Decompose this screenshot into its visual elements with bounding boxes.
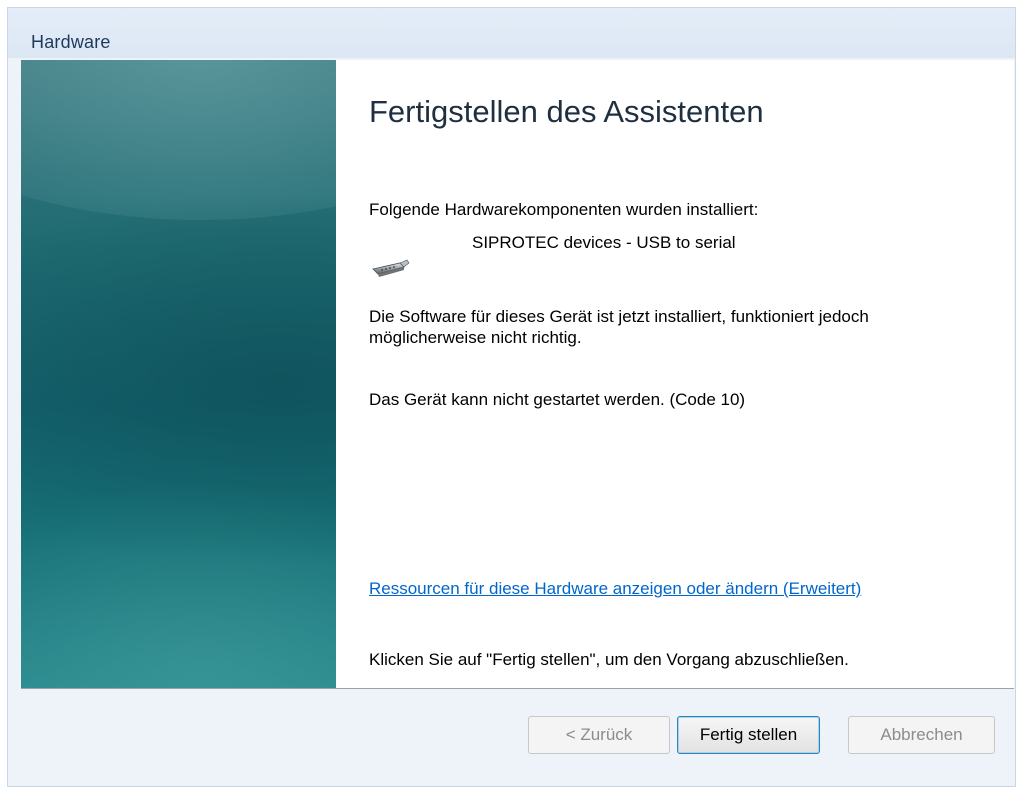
finish-button[interactable]: Fertig stellen bbox=[677, 716, 820, 754]
button-divider bbox=[21, 688, 1014, 689]
install-status-text: Die Software für dieses Gerät ist jetzt … bbox=[369, 307, 869, 347]
back-button[interactable]: < Zurück bbox=[528, 716, 670, 754]
cancel-button[interactable]: Abbrechen bbox=[848, 716, 995, 754]
wizard-main-panel: Fertigstellen des Assistenten Folgende H… bbox=[336, 60, 1014, 688]
title-bar[interactable]: Hardware bbox=[8, 8, 1015, 58]
wizard-content: Fertigstellen des Assistenten Folgende H… bbox=[21, 60, 1014, 688]
serial-connector-icon bbox=[372, 259, 410, 277]
finish-instruction-text: Klicken Sie auf "Fertig stellen", um den… bbox=[369, 650, 849, 669]
page-title: Fertigstellen des Assistenten bbox=[369, 94, 764, 129]
wizard-sidebar-banner bbox=[21, 60, 336, 688]
wizard-window: Hardware Fertigstellen des Assistenten F… bbox=[7, 7, 1016, 787]
device-error-text: Das Gerät kann nicht gestartet werden. (… bbox=[369, 390, 746, 409]
resources-link[interactable]: Ressourcen für diese Hardware anzeigen o… bbox=[369, 578, 969, 599]
device-name: SIPROTEC devices - USB to serial bbox=[472, 233, 736, 252]
window-title: Hardware bbox=[31, 32, 111, 52]
installed-components-label: Folgende Hardwarekomponenten wurden inst… bbox=[369, 200, 759, 219]
